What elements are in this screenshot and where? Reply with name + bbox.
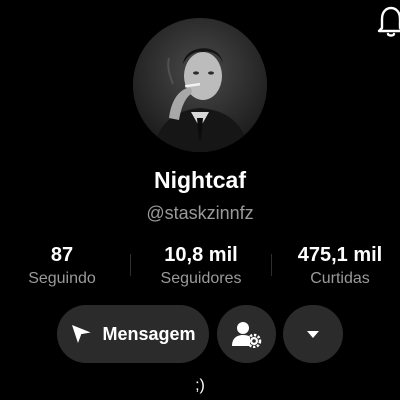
send-icon xyxy=(72,325,93,343)
stat-likes[interactable]: 475,1 mil Curtidas xyxy=(282,243,398,290)
bell-icon[interactable] xyxy=(376,2,400,38)
stat-divider xyxy=(130,254,131,276)
add-friend-button[interactable] xyxy=(217,305,276,363)
likes-label: Curtidas xyxy=(310,270,370,287)
followers-label: Seguidores xyxy=(160,270,242,287)
message-button-label: Mensagem xyxy=(102,323,196,344)
more-button[interactable] xyxy=(283,305,343,363)
avatar[interactable] xyxy=(133,18,267,152)
caret-down-icon xyxy=(307,330,319,338)
following-label: Seguindo xyxy=(28,270,96,287)
person-settings-icon xyxy=(231,322,261,348)
followers-count: 10,8 mil xyxy=(164,244,238,266)
stat-divider xyxy=(271,254,272,276)
likes-count: 475,1 mil xyxy=(297,244,383,266)
message-button[interactable]: Mensagem xyxy=(57,305,209,363)
username: @staskzinnfz xyxy=(146,203,254,223)
display-name: Nightcaf xyxy=(154,167,246,193)
stat-followers[interactable]: 10,8 mil Seguidores xyxy=(140,243,262,290)
bio: ;) xyxy=(195,377,205,394)
following-count: 87 xyxy=(50,244,74,266)
stat-following[interactable]: 87 Seguindo xyxy=(10,243,114,290)
